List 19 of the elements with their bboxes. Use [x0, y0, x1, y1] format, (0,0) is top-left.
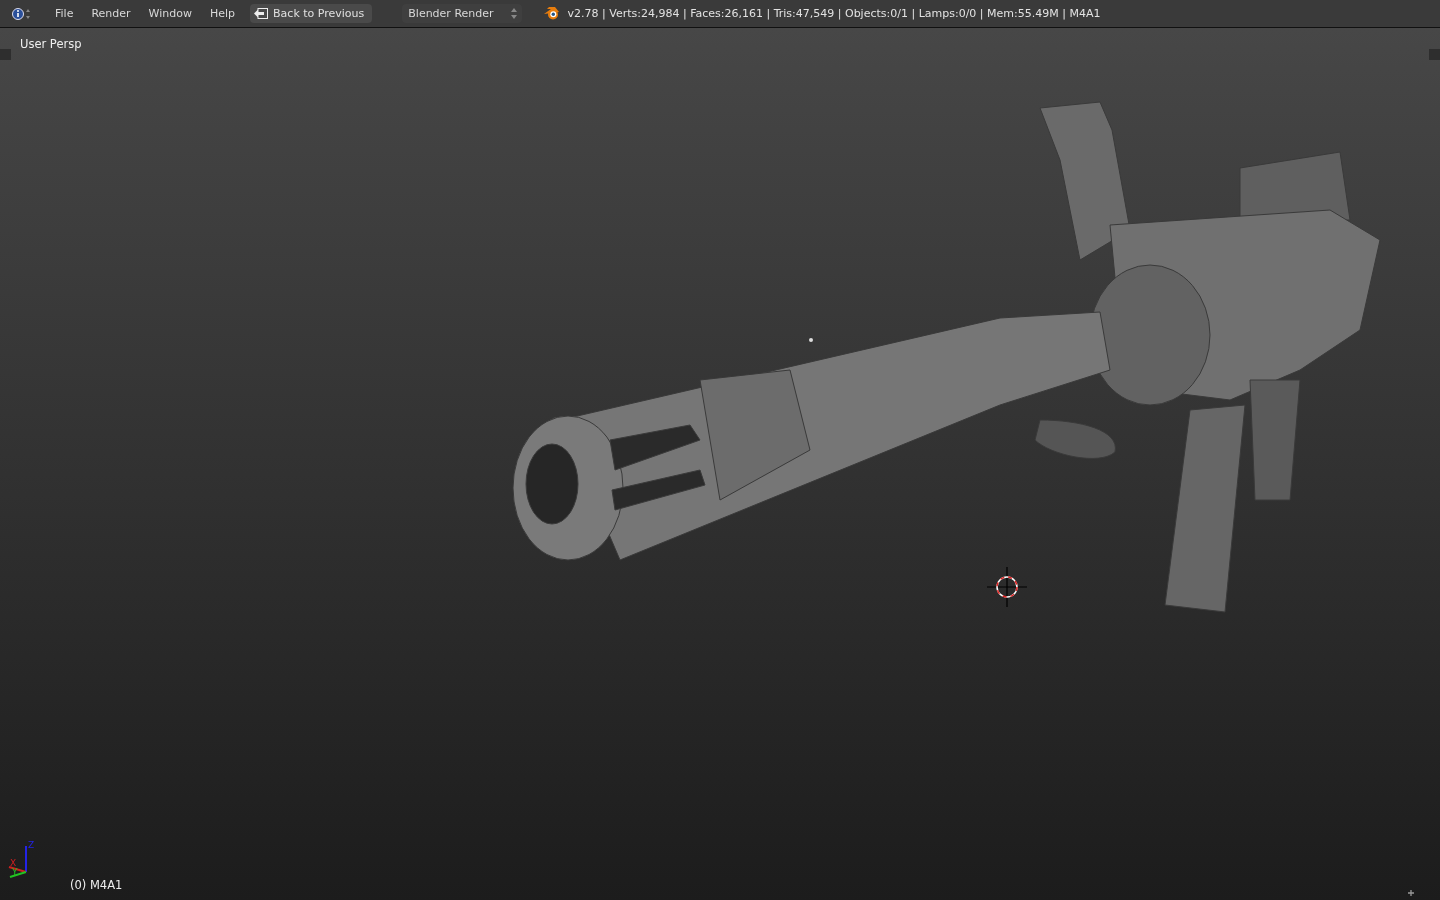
up-down-arrows-icon	[509, 7, 518, 20]
active-object-label: (0) M4A1	[70, 878, 123, 892]
x-axis-label: X	[10, 858, 17, 868]
z-axis-label: Z	[28, 840, 35, 850]
resize-corner-icon[interactable]	[1407, 889, 1415, 897]
menu-item[interactable]: Help	[200, 4, 245, 23]
menu-item[interactable]: Window	[139, 4, 201, 23]
menu-item[interactable]: Render	[82, 4, 140, 23]
back-to-previous-button[interactable]: Back to Previous	[250, 4, 373, 23]
view-name-label: User Persp	[20, 37, 82, 51]
editor-type-button[interactable]	[12, 6, 32, 21]
y-axis-label: Y	[12, 867, 18, 877]
scene-statistics: v2.78 | Verts:24,984 | Faces:26,161 | Tris:47,549 | Objects:0/1 | Lamps:0/0 | Mem:55.49M | M4A1	[567, 7, 1101, 20]
menu-item[interactable]: File	[46, 4, 83, 23]
axis-gizmo-icon	[8, 845, 27, 878]
origin-dot-icon	[809, 338, 813, 342]
blender-logo-icon	[543, 7, 560, 20]
3d-cursor-icon	[986, 566, 1028, 608]
render-engine-dropdown[interactable]: Blender Render	[402, 4, 522, 23]
